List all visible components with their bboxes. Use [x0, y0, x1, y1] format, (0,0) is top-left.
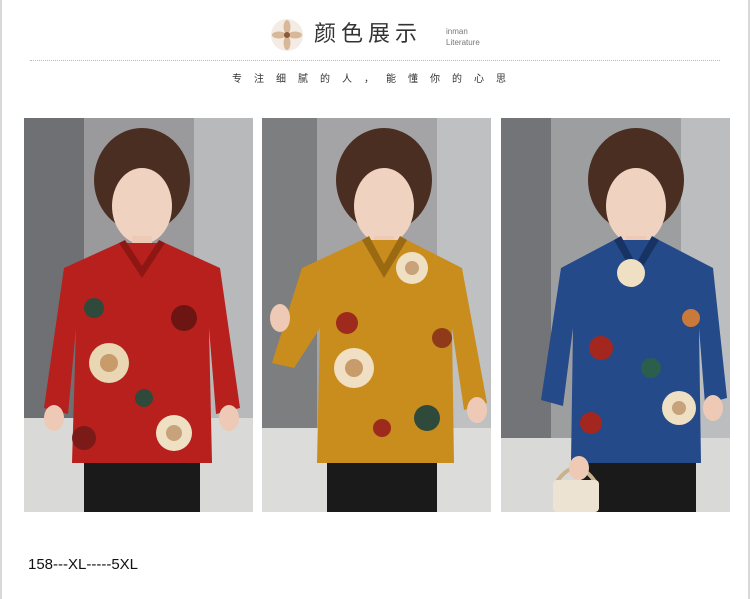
photo-row: [24, 118, 750, 512]
left-border: [0, 0, 2, 599]
divider: [30, 60, 720, 61]
flower-icon: [271, 19, 303, 51]
title-en-line1: inman: [446, 27, 468, 36]
section-title: 颜色展示: [314, 22, 423, 47]
model-image-red: [24, 118, 253, 512]
slogan: 专注细腻的人，能懂你的心思: [232, 74, 518, 85]
product-photo-mustard[interactable]: [262, 118, 491, 512]
model-image-mustard: [262, 118, 491, 512]
model-image-blue: [501, 118, 730, 512]
title-en-line2: Literature: [446, 38, 480, 47]
section-title-en: inman Literature: [446, 26, 480, 48]
product-photo-blue[interactable]: [501, 118, 730, 512]
size-range: 158---XL-----5XL: [28, 556, 139, 573]
section-header: 颜色展示 inman Literature: [0, 0, 750, 60]
product-photo-red[interactable]: [24, 118, 253, 512]
